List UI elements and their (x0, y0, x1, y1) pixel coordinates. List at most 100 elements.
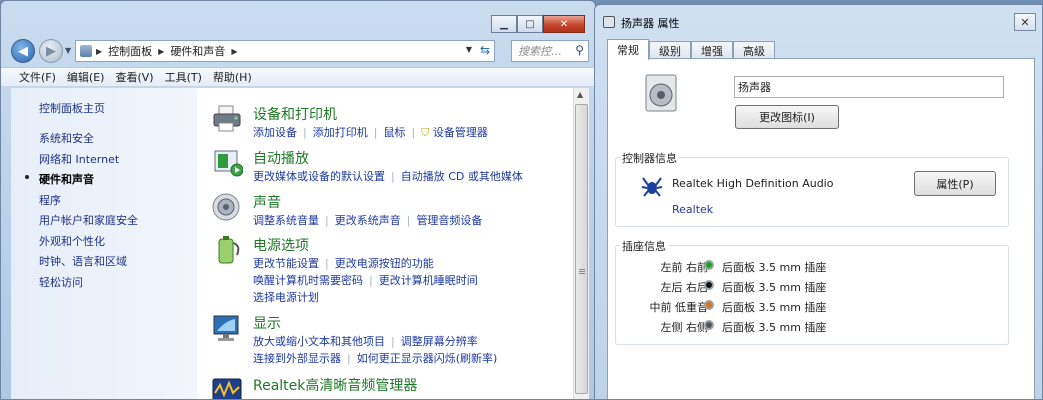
sidebar-item-programs[interactable]: 程序 (39, 192, 61, 208)
change-icon-button[interactable]: 更改图标(I) (735, 105, 839, 129)
sidebar-home-link[interactable]: 控制面板主页 (39, 100, 105, 116)
category-title[interactable]: 设备和打印机 (253, 104, 337, 124)
jack-color-icon (704, 300, 714, 310)
scroll-thumb[interactable] (575, 104, 588, 394)
breadcrumb-chevron-icon: ▶ (158, 46, 165, 56)
link-mouse[interactable]: 鼠标 (383, 126, 405, 139)
monitor-icon (213, 315, 239, 341)
link-power-saving[interactable]: 更改节能设置 (253, 257, 319, 270)
jack-label: 左后 右后 (660, 281, 709, 294)
tab-general[interactable]: 常规 (607, 39, 649, 60)
jack-group-label: 插座信息 (620, 238, 668, 254)
link-media-defaults[interactable]: 更改媒体或设备的默认设置 (253, 170, 385, 183)
link-wake-password[interactable]: 唤醒计算机时需要密码 (253, 274, 363, 287)
sidebar-item-network[interactable]: 网络和 Internet (39, 151, 119, 167)
search-input[interactable]: 搜索控... (518, 43, 562, 59)
device-name-field[interactable]: 扬声器 (734, 76, 1004, 98)
menu-file[interactable]: 文件(F) (19, 69, 56, 85)
controller-info-group: 控制器信息 Realtek High Definition Audio Real… (615, 150, 1009, 227)
sidebar-item-clock-region[interactable]: 时钟、语言和区域 (39, 253, 127, 269)
speaker-properties-dialog: 扬声器 属性 ✕ 常规 级别 增强 高级 扬声器 更改图标(I) 控制器信息 R… (594, 4, 1043, 400)
link-sleep-time[interactable]: 更改计算机睡眠时间 (379, 274, 478, 287)
sidebar-item-system-security[interactable]: 系统和安全 (39, 130, 94, 146)
menu-help[interactable]: 帮助(H) (213, 69, 252, 85)
link-refresh-rate[interactable]: 如何更正显示器闪烁(刷新率) (357, 352, 498, 365)
properties-button[interactable]: 属性(P) (914, 171, 996, 196)
history-dropdown-icon[interactable]: ▼ (65, 46, 71, 55)
link-adjust-volume[interactable]: 调整系统音量 (253, 214, 319, 227)
category-links: 更改节能设置 | 更改电源按钮的功能 (253, 257, 434, 270)
close-button[interactable]: ✕ (543, 15, 585, 33)
search-box[interactable]: 搜索控... ⚲ (511, 40, 589, 62)
category-links: 唤醒计算机时需要密码 | 更改计算机睡眠时间 (253, 274, 478, 287)
link-manage-audio-devices[interactable]: 管理音频设备 (416, 214, 482, 227)
link-autoplay-cd[interactable]: 自动播放 CD 或其他媒体 (401, 170, 523, 183)
speaker-icon (212, 193, 240, 221)
jack-info-group: 插座信息 左前 右前 后面板 3.5 mm 插座 左后 右后 后面板 3.5 mm 插… (615, 238, 1009, 345)
breadcrumb-control-panel[interactable]: 控制面板 (108, 43, 152, 59)
jack-description: 后面板 3.5 mm 插座 (722, 261, 827, 274)
sidebar-item-hardware-sound[interactable]: 硬件和声音 (39, 171, 94, 187)
navigation-bar: ◀ ▶ ▼ ▶ 控制面板 ▶ 硬件和声音 ▶ ▼ ⇆ 搜索控... ⚲ (11, 39, 591, 63)
controller-name: Realtek High Definition Audio (672, 177, 834, 190)
link-device-manager[interactable]: 设备管理器 (433, 126, 488, 139)
link-resolution[interactable]: 调整屏幕分辨率 (401, 335, 478, 348)
category-title[interactable]: 显示 (253, 313, 281, 333)
controller-vendor-link[interactable]: Realtek (672, 203, 713, 216)
menu-tools[interactable]: 工具(T) (165, 69, 202, 85)
category-links: 放大或缩小文本和其他项目 | 调整屏幕分辨率 (253, 335, 478, 348)
link-add-printer[interactable]: 添加打印机 (313, 126, 368, 139)
forward-button[interactable]: ▶ (39, 39, 63, 63)
link-power-button[interactable]: 更改电源按钮的功能 (335, 257, 434, 270)
menu-bar: 文件(F) 编辑(E) 查看(V) 工具(T) 帮助(H) (1, 67, 595, 87)
device-name-value: 扬声器 (738, 81, 771, 94)
maximize-button[interactable]: □ (517, 15, 543, 33)
printer-icon (213, 105, 241, 132)
minimize-button[interactable]: ▁ (491, 15, 517, 33)
category-title[interactable]: 自动播放 (253, 148, 309, 168)
category-title[interactable]: Realtek高清晰音频管理器 (253, 375, 417, 395)
link-change-sounds[interactable]: 更改系统声音 (335, 214, 401, 227)
category-title[interactable]: 声音 (253, 192, 281, 212)
search-icon[interactable]: ⚲ (575, 43, 584, 57)
jack-label: 左侧 右侧 (660, 321, 709, 334)
control-panel-window: ▁ □ ✕ ◀ ▶ ▼ ▶ 控制面板 ▶ 硬件和声音 ▶ ▼ ⇆ 搜索控... … (0, 0, 596, 400)
sidebar-item-user-accounts[interactable]: 用户帐户和家庭安全 (39, 212, 138, 228)
arrow-left-icon: ◀ (18, 43, 28, 59)
current-item-bullet (25, 175, 29, 179)
breadcrumb-chevron-icon[interactable]: ▶ (231, 47, 237, 56)
realtek-crab-icon (641, 177, 663, 197)
jack-color-icon (704, 320, 714, 330)
arrow-right-icon: ▶ (46, 43, 56, 59)
link-text-size[interactable]: 放大或缩小文本和其他项目 (253, 335, 385, 348)
shield-icon: ⛉ (421, 126, 430, 139)
dialog-close-button[interactable]: ✕ (1014, 13, 1036, 31)
breadcrumb-hardware-sound[interactable]: 硬件和声音 (170, 43, 225, 59)
breadcrumb-chevron-icon: ▶ (96, 46, 103, 56)
jack-description: 后面板 3.5 mm 插座 (722, 321, 827, 334)
back-button[interactable]: ◀ (11, 39, 35, 63)
content-pane: 设备和打印机 添加设备 | 添加打印机 | 鼠标 | ⛉ 设备管理器 自动播放 更改媒体或设… (197, 88, 573, 399)
tab-enhancements[interactable]: 增强 (691, 41, 733, 59)
jack-label: 中前 低重音 (649, 301, 709, 314)
control-panel-icon (80, 45, 92, 57)
link-choose-power-plan[interactable]: 选择电源计划 (253, 291, 319, 304)
link-add-device[interactable]: 添加设备 (253, 126, 297, 139)
refresh-icon[interactable]: ⇆ (480, 43, 490, 57)
tab-levels[interactable]: 级别 (649, 41, 691, 59)
sidebar-item-ease-of-access[interactable]: 轻松访问 (39, 274, 83, 290)
address-dropdown-icon[interactable]: ▼ (466, 45, 472, 54)
sidebar-item-appearance[interactable]: 外观和个性化 (39, 233, 105, 249)
jack-description: 后面板 3.5 mm 插座 (722, 281, 827, 294)
speaker-icon (645, 74, 677, 112)
tab-advanced[interactable]: 高级 (733, 41, 775, 59)
menu-view[interactable]: 查看(V) (115, 69, 153, 85)
menu-edit[interactable]: 编辑(E) (67, 69, 105, 85)
link-external-display[interactable]: 连接到外部显示器 (253, 352, 341, 365)
category-links: 选择电源计划 (253, 289, 319, 305)
category-title[interactable]: 电源选项 (253, 235, 309, 255)
scroll-up-icon[interactable]: ▲ (577, 90, 583, 99)
dialog-tabs: 常规 级别 增强 高级 (607, 39, 775, 60)
vertical-scrollbar[interactable]: ▲ (573, 88, 589, 399)
address-bar[interactable]: ▶ 控制面板 ▶ 硬件和声音 ▶ ▼ ⇆ (75, 40, 495, 62)
